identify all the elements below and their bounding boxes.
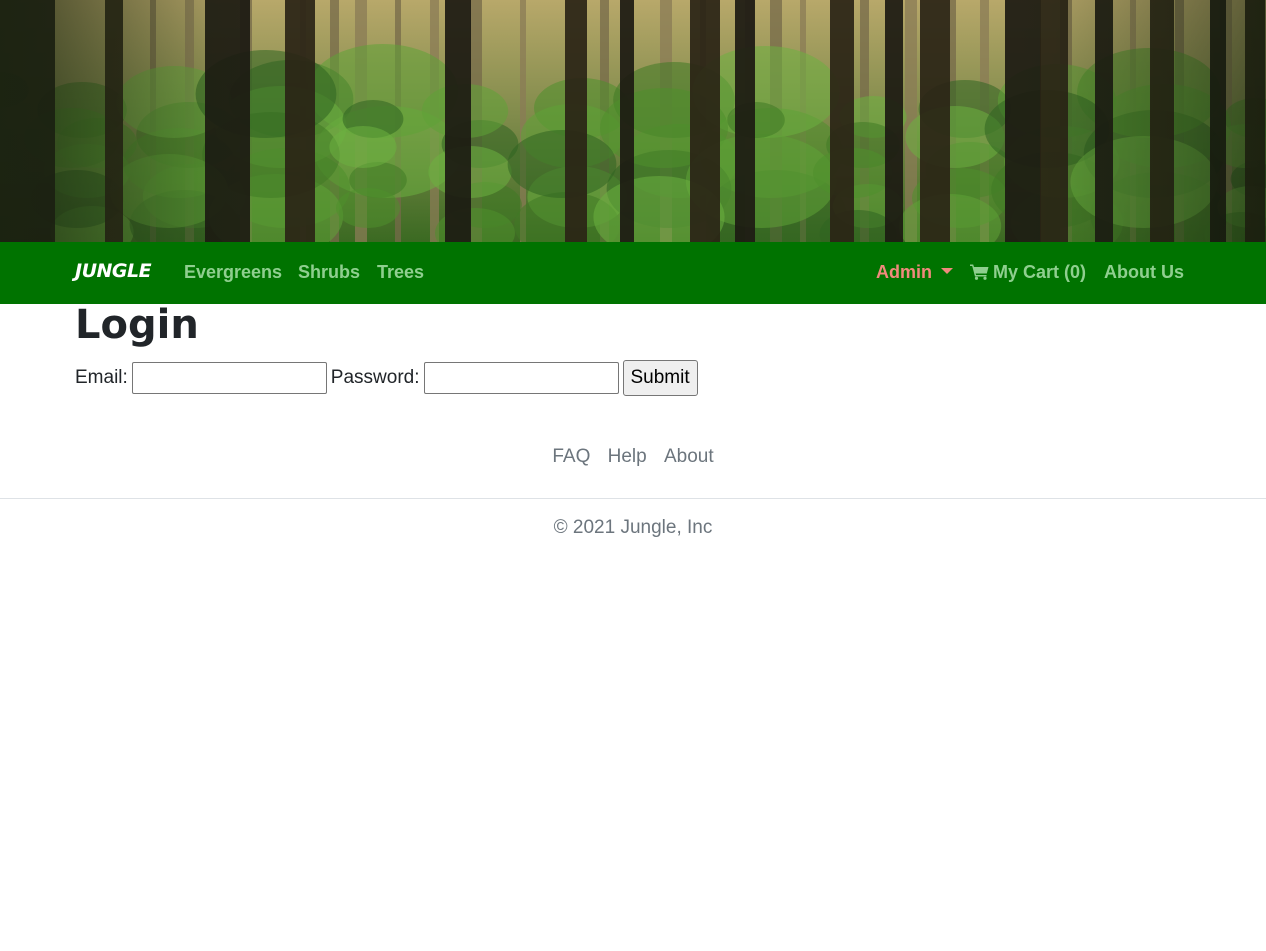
nav-link-about-us[interactable]: About Us (1104, 262, 1184, 283)
nav-link-evergreens[interactable]: Evergreens (184, 262, 282, 283)
footer-link-help[interactable]: Help (608, 446, 647, 467)
copyright-text: © 2021 Jungle, Inc (553, 517, 713, 538)
hero-banner (0, 0, 1266, 242)
email-field[interactable] (131, 362, 327, 394)
submit-button[interactable]: Submit (622, 360, 698, 396)
nav-link-trees[interactable]: Trees (377, 262, 424, 283)
nav-link-shrubs[interactable]: Shrubs (298, 262, 360, 283)
caret-down-icon (941, 268, 953, 274)
email-label: Email: (75, 367, 128, 388)
password-field[interactable] (423, 362, 619, 394)
brand-logo[interactable]: JUNGLE (75, 260, 152, 282)
shopping-cart-icon (970, 264, 989, 280)
footer-link-faq[interactable]: FAQ (552, 446, 590, 467)
footer-link-about[interactable]: About (664, 446, 714, 467)
admin-dropdown-label: Admin (876, 262, 932, 282)
forest-banner-image (0, 0, 1266, 242)
nav-link-cart[interactable]: My Cart (0) (970, 262, 1086, 283)
admin-dropdown[interactable]: Admin (876, 262, 953, 283)
page-title: Login (75, 302, 199, 348)
footer-divider (0, 498, 1266, 499)
main-navbar: JUNGLE Evergreens Shrubs Trees Admin My … (0, 242, 1266, 304)
password-label: Password: (330, 367, 420, 388)
login-form: Email: Password: Submit (75, 360, 698, 396)
footer-links: FAQ Help About (0, 446, 1266, 468)
cart-label: My Cart (0) (993, 262, 1087, 282)
